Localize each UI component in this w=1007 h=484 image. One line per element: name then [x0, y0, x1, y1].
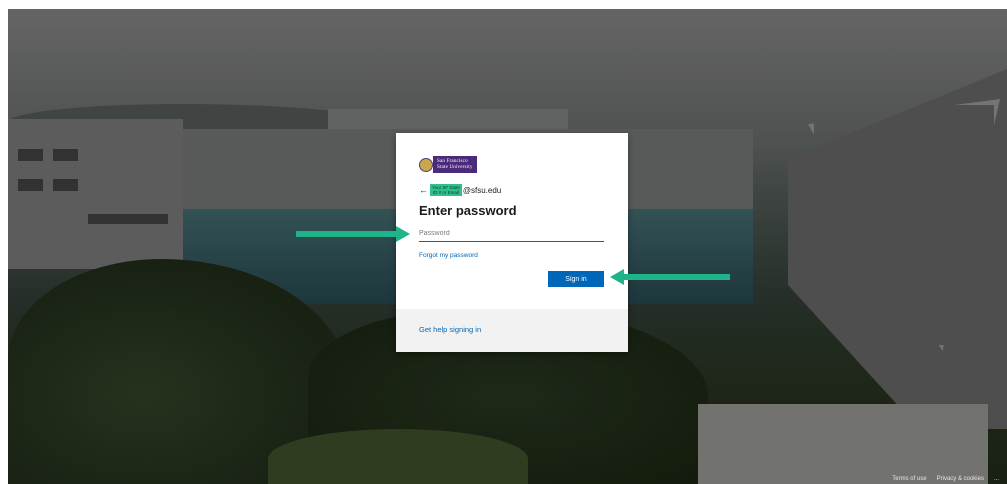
back-arrow-icon[interactable]: ←	[419, 185, 428, 195]
login-card: San Francisco State University ← Your SF…	[396, 133, 628, 352]
forgot-password-link[interactable]: Forgot my password	[419, 252, 478, 259]
terms-link[interactable]: Terms of use	[892, 476, 926, 482]
login-card-body: San Francisco State University ← Your SF…	[396, 133, 628, 309]
privacy-link[interactable]: Privacy & cookies	[937, 476, 984, 482]
page-footer: Terms of use Privacy & cookies ...	[892, 476, 999, 482]
university-logo-text: San Francisco State University	[433, 156, 477, 173]
logo-line-2: State University	[437, 164, 473, 170]
identity-tag-line-2: ID # or Email	[432, 190, 459, 195]
annotation-arrow-signin-icon	[610, 269, 624, 285]
university-seal-icon	[419, 157, 433, 172]
password-input[interactable]	[419, 226, 604, 242]
university-logo: San Francisco State University	[419, 156, 489, 173]
page-title: Enter password	[419, 203, 517, 218]
annotation-arrow-password-shaft	[296, 231, 398, 237]
login-card-footer: Get help signing in	[396, 309, 628, 352]
annotation-arrow-password-icon	[396, 226, 410, 242]
sign-in-button[interactable]: Sign in	[548, 271, 604, 287]
more-options-link[interactable]: ...	[994, 476, 999, 482]
identity-banner[interactable]: ← Your SF State ID # or Email @sfsu.edu	[419, 183, 501, 197]
identity-annotation-tag: Your SF State ID # or Email	[430, 184, 462, 196]
annotation-arrow-signin-shaft	[624, 274, 730, 280]
identity-domain: @sfsu.edu	[462, 185, 502, 195]
help-signing-in-link[interactable]: Get help signing in	[419, 325, 481, 334]
